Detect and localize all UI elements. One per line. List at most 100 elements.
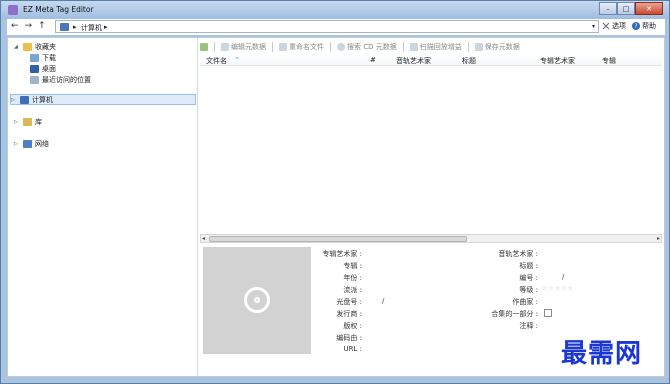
help-icon: ?: [632, 22, 640, 30]
search-cd-button[interactable]: 搜索 CD 元数据: [337, 42, 397, 52]
watermark-text: 最需网: [561, 339, 643, 369]
address-bar[interactable]: ▸ 计算机 ▸ ▾: [55, 20, 599, 33]
network-icon: [23, 139, 32, 148]
label-rating: 等级 :: [519, 286, 538, 294]
edit-metadata-button[interactable]: 编辑元数据: [221, 42, 266, 52]
edit-icon: [221, 42, 229, 51]
window-title: EZ Meta Tag Editor: [23, 5, 94, 14]
tree-item-desktop[interactable]: 桌面: [30, 63, 56, 74]
app-window: EZ Meta Tag Editor – □ ✕ ← → ↑ ▸ 计算机 ▸ ▾…: [0, 0, 670, 384]
tree-item-favorites[interactable]: ◢ 收藏夹: [14, 41, 56, 52]
options-label: 选项: [612, 22, 626, 30]
scrollbar-thumb[interactable]: [209, 236, 467, 242]
album-cover[interactable]: [203, 247, 311, 354]
minimize-button[interactable]: –: [599, 2, 617, 15]
maximize-button[interactable]: □: [617, 2, 635, 15]
separator: [272, 41, 273, 52]
button-label: 编辑元数据: [231, 42, 266, 51]
rename-files-button[interactable]: 重命名文件: [279, 42, 324, 52]
column-track-artist[interactable]: 音轨艺术家: [396, 56, 431, 66]
breadcrumb-arrow[interactable]: ▸: [104, 23, 108, 31]
compilation-checkbox[interactable]: [544, 309, 552, 317]
breadcrumb-computer[interactable]: 计算机: [81, 23, 102, 33]
label-genre: 流派 :: [343, 286, 362, 294]
close-button[interactable]: ✕: [635, 2, 663, 15]
tree-label: 计算机: [32, 95, 53, 104]
navigation-bar: ← → ↑ ▸ 计算机 ▸ ▾ 选项 ? 帮助: [7, 19, 665, 35]
column-album-artist[interactable]: 专辑艺术家: [540, 56, 575, 66]
save-icon: [474, 42, 483, 51]
help-button[interactable]: ? 帮助: [632, 21, 656, 31]
computer-icon: [60, 23, 69, 31]
separator: [402, 41, 404, 52]
svg-text:?: ?: [634, 23, 637, 30]
disc-number-separator[interactable]: /: [382, 297, 384, 305]
tree-item-network[interactable]: ▷ 网络: [14, 138, 49, 149]
tree-label: 最近访问的位置: [42, 75, 91, 84]
scan-icon: [409, 42, 418, 51]
breadcrumb-arrow[interactable]: ▸: [73, 23, 77, 31]
track-number-separator[interactable]: /: [562, 273, 564, 281]
download-icon: [30, 53, 39, 62]
scroll-left-icon[interactable]: ◂: [202, 235, 205, 242]
save-metadata-button[interactable]: 保存元数据: [474, 42, 520, 52]
label-part-of-compilation: 合集的一部分 :: [491, 310, 538, 318]
help-label: 帮助: [642, 22, 656, 30]
label-track-artist: 音轨艺术家 :: [498, 250, 538, 258]
tree-label: 下载: [42, 53, 56, 62]
label-track-number: 编号 :: [519, 274, 538, 282]
file-grid-header: 文件名 ⌃ # 音轨艺术家 标题 专辑艺术家 专辑: [200, 55, 662, 66]
rating-stars[interactable]: ☆☆☆☆☆: [542, 285, 574, 292]
label-comment: 注释 :: [519, 322, 538, 330]
action-toolbar: 编辑元数据 重命名文件 搜索 CD 元数据 扫描回放增益 保存元数据: [200, 40, 662, 53]
window-controls: – □ ✕: [599, 2, 663, 15]
separator: [330, 41, 331, 52]
tree-label: 网络: [35, 139, 49, 148]
button-label: 重命名文件: [289, 42, 324, 51]
label-publisher: 发行商 :: [336, 310, 362, 318]
column-title[interactable]: 标题: [462, 56, 476, 66]
computer-icon: [20, 95, 29, 104]
app-icon: [8, 5, 18, 15]
rename-icon: [279, 42, 287, 51]
back-icon[interactable]: ←: [11, 21, 19, 31]
up-icon[interactable]: ↑: [38, 21, 46, 31]
title-bar: EZ Meta Tag Editor – □ ✕: [1, 1, 669, 19]
star-icon: [23, 42, 32, 51]
tree-item-recent[interactable]: 最近访问的位置: [30, 74, 91, 85]
horizontal-scrollbar[interactable]: ◂ ▸: [200, 234, 662, 243]
main-area: ◢ 收藏夹 下载 桌面 最近访问的位置 ▷ 计算机 ▷ 库 ▷ 网络 编辑元数据…: [7, 37, 665, 377]
cd-icon: [244, 287, 270, 313]
expand-icon[interactable]: ▷: [14, 141, 20, 147]
expand-icon[interactable]: ◢: [14, 44, 20, 50]
options-button[interactable]: 选项: [602, 21, 626, 31]
tree-label: 收藏夹: [35, 42, 56, 51]
button-label: 扫描回放增益: [419, 42, 462, 51]
separator: [467, 41, 469, 52]
column-track-number[interactable]: #: [370, 56, 376, 64]
sort-asc-icon: ⌃: [234, 56, 240, 64]
tree-item-libraries[interactable]: ▷ 库: [14, 116, 42, 127]
label-year: 年份 :: [343, 274, 362, 282]
scroll-right-icon[interactable]: ▸: [657, 235, 660, 242]
tree-label: 桌面: [42, 64, 56, 73]
tree-item-computer[interactable]: ▷ 计算机: [10, 94, 196, 105]
button-label: 保存元数据: [484, 42, 520, 51]
expand-icon[interactable]: ▷: [14, 119, 20, 125]
library-icon: [23, 117, 32, 126]
desktop-icon: [30, 64, 39, 73]
chevron-down-icon[interactable]: ▾: [592, 23, 595, 30]
separator: [214, 41, 215, 52]
column-album[interactable]: 专辑: [602, 56, 616, 66]
label-album-artist: 专辑艺术家 :: [322, 250, 362, 258]
label-copyright: 版权 :: [343, 322, 362, 330]
scan-replay-gain-button[interactable]: 扫描回放增益: [409, 42, 462, 52]
expand-icon[interactable]: ▷: [11, 97, 17, 103]
label-disc-number: 光盘号 :: [336, 298, 362, 306]
forward-icon[interactable]: →: [25, 21, 33, 31]
column-filename[interactable]: 文件名: [206, 56, 227, 66]
home-icon[interactable]: [200, 42, 208, 51]
scissors-icon: [602, 22, 610, 30]
tree-item-downloads[interactable]: 下载: [30, 52, 56, 63]
label-title: 标题 :: [519, 262, 538, 270]
